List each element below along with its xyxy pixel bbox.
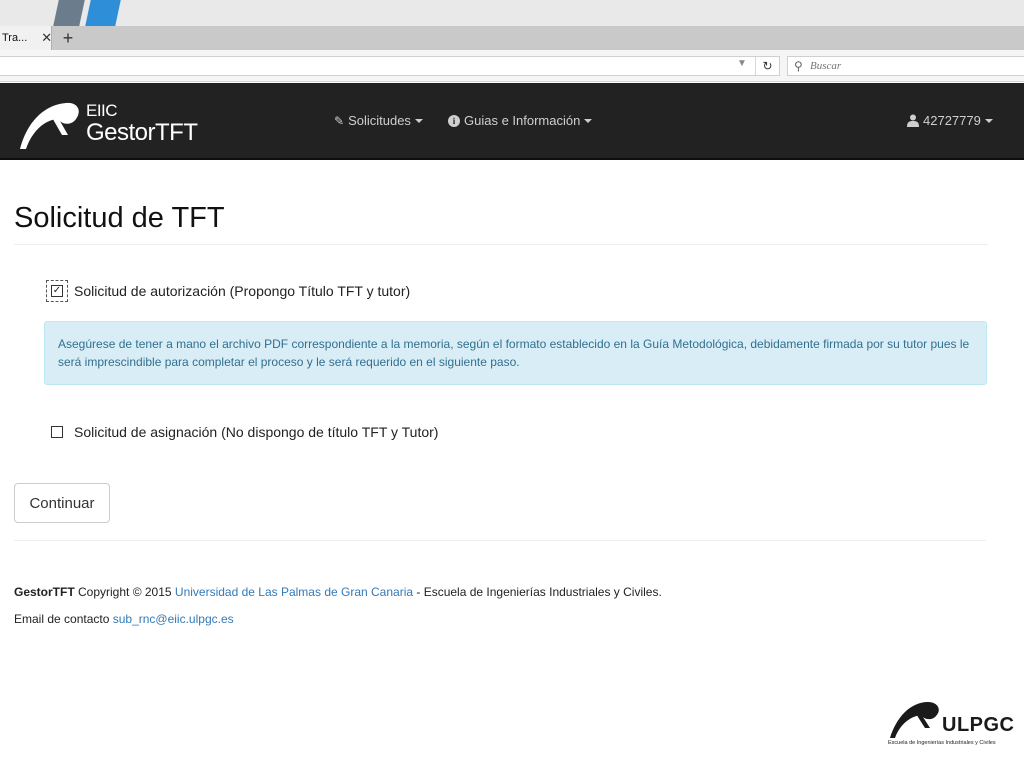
search-input[interactable]	[810, 58, 1020, 74]
university-link[interactable]: Universidad de Las Palmas de Gran Canari…	[175, 585, 413, 599]
browser-tab[interactable]: Tra... ✕	[0, 26, 52, 50]
footer-contact: Email de contacto sub_rnc@eiic.ulpgc.es	[14, 612, 234, 626]
close-icon[interactable]: ✕	[41, 30, 52, 46]
app-navbar: EIIC GestorTFT ✎ Solicitudes i Guias e I…	[0, 83, 1024, 160]
brand-small-text: EIIC	[86, 101, 118, 120]
user-id-label: 42727779	[923, 113, 981, 128]
assignment-label[interactable]: Solicitud de asignación (No dispongo de …	[74, 424, 438, 440]
brand-name: GestorTFT	[86, 119, 198, 146]
nav-solicitudes-label: Solicitudes	[348, 113, 411, 128]
footer-copyright: GestorTFT Copyright © 2015 Universidad d…	[14, 585, 662, 599]
footer-school-text: - Escuela de Ingenierías Industriales y …	[413, 585, 662, 599]
email-link[interactable]: sub_rnc@eiic.ulpgc.es	[113, 612, 234, 626]
nav-guias-dropdown[interactable]: i Guias e Información	[448, 113, 593, 128]
footer-divider	[14, 540, 986, 541]
assignment-checkbox[interactable]	[51, 426, 63, 438]
user-icon	[907, 114, 919, 127]
tab-title: Tra...	[2, 32, 28, 44]
edit-icon: ✎	[334, 113, 345, 128]
caret-down-icon	[984, 118, 993, 123]
caret-down-icon	[584, 118, 593, 123]
ulpgc-name: ULPGC	[942, 714, 1015, 736]
search-icon: ⚲	[794, 59, 803, 73]
page-title: Solicitud de TFT	[14, 202, 225, 234]
continue-button[interactable]: Continuar	[14, 483, 110, 523]
url-bar[interactable]: ▼ ↻	[0, 56, 780, 76]
titlebar-decoration-blue	[85, 0, 121, 26]
browser-tabbar: Tra... ✕ +	[0, 26, 1024, 50]
email-label: Email de contacto	[14, 612, 113, 626]
brand-logo[interactable]: EIIC GestorTFT	[16, 93, 216, 151]
authorization-checkbox-focus[interactable]: ✓	[46, 280, 68, 302]
ulpgc-subtitle: Escuela de Ingenierías Industriales y Ci…	[888, 740, 996, 746]
authorization-label[interactable]: Solicitud de autorización (Propongo Títu…	[74, 283, 410, 299]
ulpgc-logo: ULPGC Escuela de Ingenierías Industriale…	[886, 698, 1014, 752]
browser-search-box[interactable]: ⚲	[787, 56, 1024, 76]
footer-copyright-text: Copyright © 2015	[74, 585, 175, 599]
nav-solicitudes-dropdown[interactable]: ✎ Solicitudes	[334, 113, 423, 128]
authorization-checkbox[interactable]: ✓	[51, 285, 63, 297]
nav-guias-label: Guias e Información	[464, 113, 581, 128]
option-assignment[interactable]: Solicitud de asignación (No dispongo de …	[46, 421, 438, 443]
title-divider	[14, 244, 988, 245]
nav-user-dropdown[interactable]: 42727779	[907, 113, 993, 128]
footer-brand: GestorTFT	[14, 585, 75, 599]
assignment-checkbox-wrap[interactable]	[46, 421, 68, 443]
dropdown-arrow-icon[interactable]: ▼	[737, 58, 747, 69]
new-tab-button[interactable]: +	[60, 27, 76, 49]
browser-titlebar	[0, 0, 1024, 26]
option-authorization[interactable]: ✓ Solicitud de autorización (Propongo Tí…	[46, 280, 410, 302]
reload-icon[interactable]: ↻	[755, 57, 779, 75]
titlebar-decoration	[53, 0, 85, 26]
ulpgc-emblem-icon	[890, 702, 939, 738]
info-alert: Asegúrese de tener a mano el archivo PDF…	[44, 321, 987, 385]
browser-toolbar: ▼ ↻ ⚲	[0, 50, 1024, 82]
caret-down-icon	[414, 118, 423, 123]
eiic-logo-icon	[20, 102, 79, 149]
info-icon: i	[448, 114, 460, 127]
